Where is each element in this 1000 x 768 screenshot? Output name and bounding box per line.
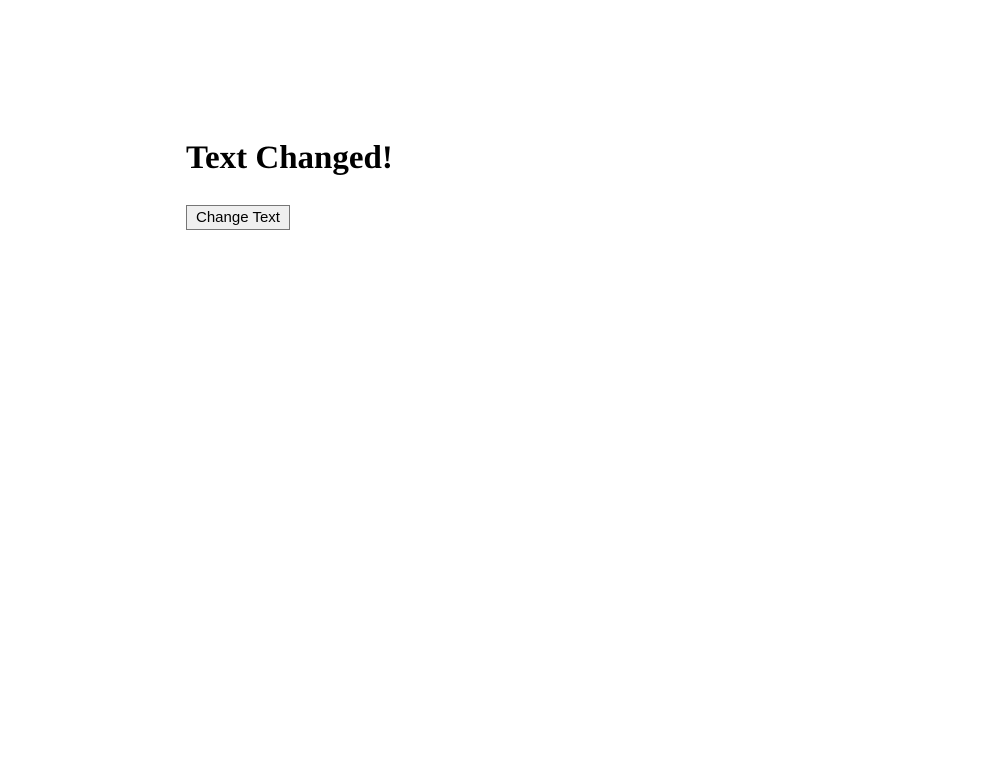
page-heading: Text Changed! (186, 140, 1000, 177)
change-text-button[interactable]: Change Text (186, 205, 290, 230)
main-content: Text Changed! Change Text (186, 140, 1000, 230)
